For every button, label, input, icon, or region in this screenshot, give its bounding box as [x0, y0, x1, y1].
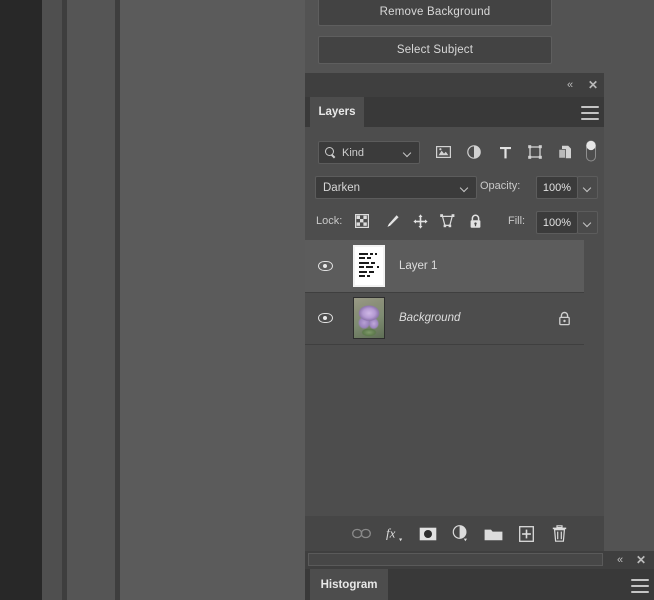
delete-layer-button[interactable] — [543, 516, 576, 551]
lock-image-pixels-icon[interactable] — [382, 212, 402, 230]
iris-flower-photo-thumbnail — [353, 297, 385, 339]
close-icon[interactable]: ✕ — [634, 553, 648, 567]
panel-menu-icon[interactable] — [581, 104, 599, 122]
layer-list: Layer 1 Background — [305, 240, 604, 515]
tab-histogram[interactable]: Histogram — [310, 569, 388, 600]
lock-icon — [558, 311, 570, 325]
opacity-dropdown-button[interactable] — [577, 176, 598, 199]
canvas-dark-area — [0, 0, 42, 600]
close-icon[interactable]: ✕ — [586, 79, 600, 91]
eye-icon — [317, 313, 333, 323]
lock-position-icon[interactable] — [410, 212, 430, 230]
lock-artboard-nesting-icon[interactable] — [437, 212, 457, 230]
tab-layers[interactable]: Layers — [310, 97, 364, 127]
document-band-c — [120, 0, 305, 600]
link-layers-button[interactable] — [345, 516, 378, 551]
table-row[interactable]: Layer 1 — [305, 240, 584, 293]
collapse-panel-icon[interactable]: « — [613, 554, 627, 566]
table-row[interactable]: Background — [305, 292, 584, 345]
filter-enable-toggle[interactable] — [584, 139, 598, 163]
fill-input[interactable]: 100% — [536, 211, 578, 234]
layer-thumbnail-cell[interactable] — [345, 240, 393, 292]
filter-smart-object-layers-icon[interactable] — [555, 143, 575, 161]
panel-menu-icon[interactable] — [631, 577, 649, 595]
filter-adjustment-layers-icon[interactable] — [464, 143, 484, 161]
filter-pixel-layers-icon[interactable] — [433, 143, 453, 161]
chevron-down-icon — [584, 219, 592, 227]
lock-all-icon[interactable] — [465, 212, 485, 230]
lock-label: Lock: — [316, 215, 343, 227]
opacity-label: Opacity: — [480, 180, 521, 192]
filter-kind-label: Kind — [342, 146, 365, 159]
new-adjustment-layer-button[interactable] — [444, 516, 477, 551]
layers-panel-titlebar — [305, 73, 604, 97]
collapse-panel-icon[interactable]: « — [563, 79, 577, 91]
layer-style-fx-button[interactable]: fx — [378, 516, 411, 551]
svg-text:fx: fx — [386, 526, 396, 541]
filter-shape-layers-icon[interactable] — [525, 143, 545, 161]
blend-mode-select[interactable]: Darken — [315, 176, 477, 199]
blend-mode-value: Darken — [323, 181, 361, 194]
panel-drag-grip[interactable] — [308, 553, 603, 566]
layer-name: Layer 1 — [399, 260, 438, 272]
filter-type-layers-icon[interactable] — [495, 143, 515, 161]
chevron-down-icon — [404, 149, 412, 157]
new-group-button[interactable] — [477, 516, 510, 551]
new-layer-button[interactable] — [510, 516, 543, 551]
eye-icon — [317, 261, 333, 271]
dock-right-filler — [604, 73, 654, 551]
search-icon — [325, 147, 336, 158]
remove-background-button[interactable]: Remove Background — [318, 0, 552, 26]
lock-transparent-pixels-icon[interactable] — [352, 212, 372, 230]
document-band-b — [67, 0, 115, 600]
layer-name: Background — [399, 312, 461, 324]
layers-panel-actions-bar: fx — [305, 516, 604, 551]
chevron-down-icon — [461, 184, 469, 192]
opacity-input[interactable]: 100% — [536, 176, 578, 199]
fill-label: Fill: — [508, 215, 526, 227]
text-document-thumbnail — [353, 245, 385, 287]
document-band-a — [42, 0, 62, 600]
filter-kind-select[interactable]: Kind — [318, 141, 420, 164]
layer-visibility-toggle[interactable] — [305, 240, 345, 292]
fill-dropdown-button[interactable] — [577, 211, 598, 234]
chevron-down-icon — [584, 184, 592, 192]
layer-thumbnail-cell[interactable] — [345, 292, 393, 344]
select-subject-button[interactable]: Select Subject — [318, 36, 552, 64]
layer-visibility-toggle[interactable] — [305, 292, 345, 344]
layer-lock-indicator — [544, 311, 584, 326]
add-layer-mask-button[interactable] — [411, 516, 444, 551]
